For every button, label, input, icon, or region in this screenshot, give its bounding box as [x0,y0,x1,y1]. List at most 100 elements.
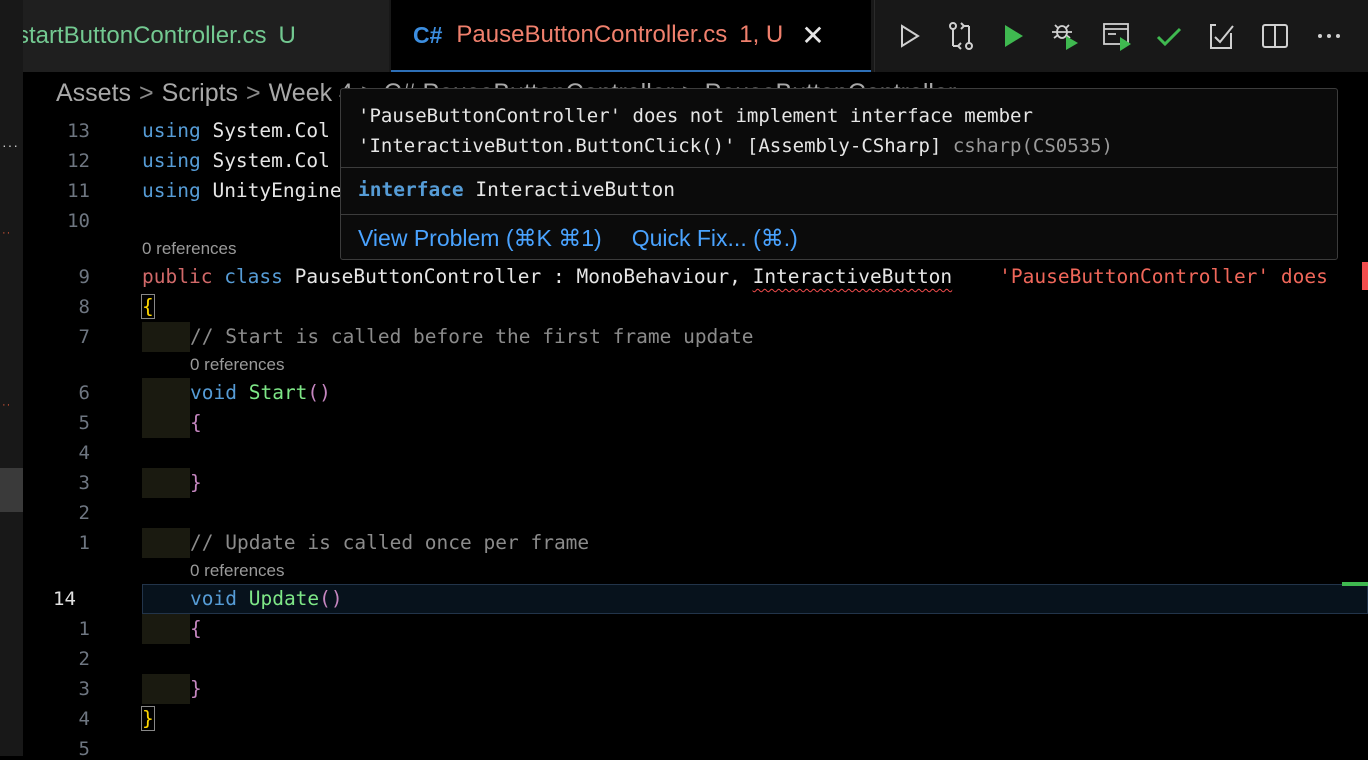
references-codelens[interactable]: 0 references [190,355,285,375]
close-icon[interactable]: ✕ [801,19,824,52]
line-number: 7 [78,326,90,348]
chevron-right-icon: > [246,79,261,107]
class-name: PauseButtonController [294,265,542,288]
keyword: void [190,587,237,610]
brace-close: } [190,471,202,494]
method-name: Start [248,381,308,404]
tab-pause-button-controller[interactable]: C# PauseButtonController.cs 1, U ✕ [391,0,871,72]
line-number: 13 [67,120,90,142]
line-number: 3 [78,472,90,494]
brace-open: { [190,411,202,434]
hover-line-2: 'InteractiveButton.ButtonClick()' [Assem… [358,135,942,157]
indent-guide [142,468,190,498]
view-problem-link[interactable]: View Problem (⌘K ⌘1) [358,225,602,251]
line-number: 11 [67,180,90,202]
interface-name: InteractiveButton [475,178,676,201]
indent-guide [142,674,190,704]
line-number: 8 [78,296,90,318]
line-number: 12 [67,150,90,172]
line-number: 4 [78,708,90,730]
code-line-update-method: void Update() [190,587,343,610]
error-marker [1362,262,1368,290]
code-line: using UnityEngine [142,179,342,202]
debug-run-icon[interactable] [997,20,1029,52]
tab-status: U [278,22,296,49]
split-editor-icon[interactable] [1259,20,1291,52]
tab-status: 1, U [739,21,784,48]
tab-label: PauseButtonController.cs [456,21,728,48]
keyword: using [142,149,201,172]
compare-icon[interactable] [945,20,977,52]
code-line-start-method: void Start() [190,381,331,404]
line-number: 3 [78,678,90,700]
parens: () [319,587,343,610]
keyword: class [224,265,283,288]
brace-open: { [141,294,155,319]
keyword: void [190,381,237,404]
line-number: 5 [78,412,90,434]
method-name: Update [248,587,320,610]
hover-message: 'PauseButtonController' does not impleme… [358,101,1113,161]
line-number: 6 [78,382,90,404]
indent-guide [142,614,190,644]
quick-fix-link[interactable]: Quick Fix... (⌘.) [632,225,798,251]
activity-strip: ··· ·· ·· [0,0,23,756]
parens: () [307,381,331,404]
line-number: 9 [78,266,90,288]
line-number: 2 [78,648,90,670]
check-icon[interactable] [1153,20,1185,52]
source-control-icon[interactable] [1205,20,1237,52]
brace-close: } [190,677,202,700]
editor-toolbar [874,0,1368,72]
hover-actions: View Problem (⌘K ⌘1) Quick Fix... (⌘.) [358,225,828,252]
run-icon[interactable] [893,20,925,52]
code-line-class-declaration: public class PauseButtonController : Mon… [142,265,1328,288]
line-number: 2 [78,502,90,524]
more-icon[interactable]: ··· [2,138,19,152]
more-actions-icon[interactable] [1313,20,1345,52]
line-number-current: 14 [53,588,76,610]
divider [341,167,1337,168]
line-number: 4 [78,442,90,464]
error-marker-icon: ·· [2,227,12,239]
hover-signature: interface InteractiveButton [358,178,675,201]
error-marker-icon: ·· [2,399,12,411]
references-codelens[interactable]: 0 references [142,239,237,259]
divider [341,214,1337,215]
brace-open: { [190,617,202,640]
code-line: using System.Col [142,119,330,142]
tab-label: startButtonController.cs [23,22,267,49]
breadcrumb-item[interactable]: Scripts [162,79,238,108]
run-window-icon[interactable] [1101,20,1133,52]
namespace: System.Col [212,149,330,172]
interface-reference[interactable]: InteractiveButton [753,265,953,288]
chevron-right-icon: > [139,79,154,107]
csharp-file-icon: C# [413,21,443,48]
comment-update: // Update is called once per frame [190,531,590,554]
error-hover-popup: 'PauseButtonController' does not impleme… [340,88,1338,260]
tab-start-button-controller[interactable]: startButtonController.cs U [23,0,389,72]
line-number: 1 [78,532,90,554]
colon: : [552,265,565,288]
keyword: using [142,119,201,142]
breadcrumb-item[interactable]: Assets [56,79,131,108]
hover-line-1: 'PauseButtonController' does not impleme… [358,105,1033,127]
brace-close: } [141,706,155,731]
git-added-marker [1342,582,1368,586]
debug-bug-icon[interactable] [1049,20,1081,52]
diagnostic-code[interactable]: csharp(CS0535) [953,135,1113,157]
strip-selection[interactable] [0,468,23,512]
line-number: 5 [78,738,90,760]
indent-guide [142,408,190,438]
inline-error-message: 'PauseButtonController' does [999,265,1328,288]
references-codelens[interactable]: 0 references [190,561,285,581]
line-number: 10 [67,210,90,232]
namespace: System.Col [212,119,330,142]
indent-guide [142,528,190,558]
indent-guide [142,322,190,352]
indent-guide [142,378,190,408]
namespace: UnityEngine [212,179,342,202]
base-class: MonoBehaviour, [576,265,741,288]
keyword: interface [358,178,464,201]
code-line: using System.Col [142,149,330,172]
